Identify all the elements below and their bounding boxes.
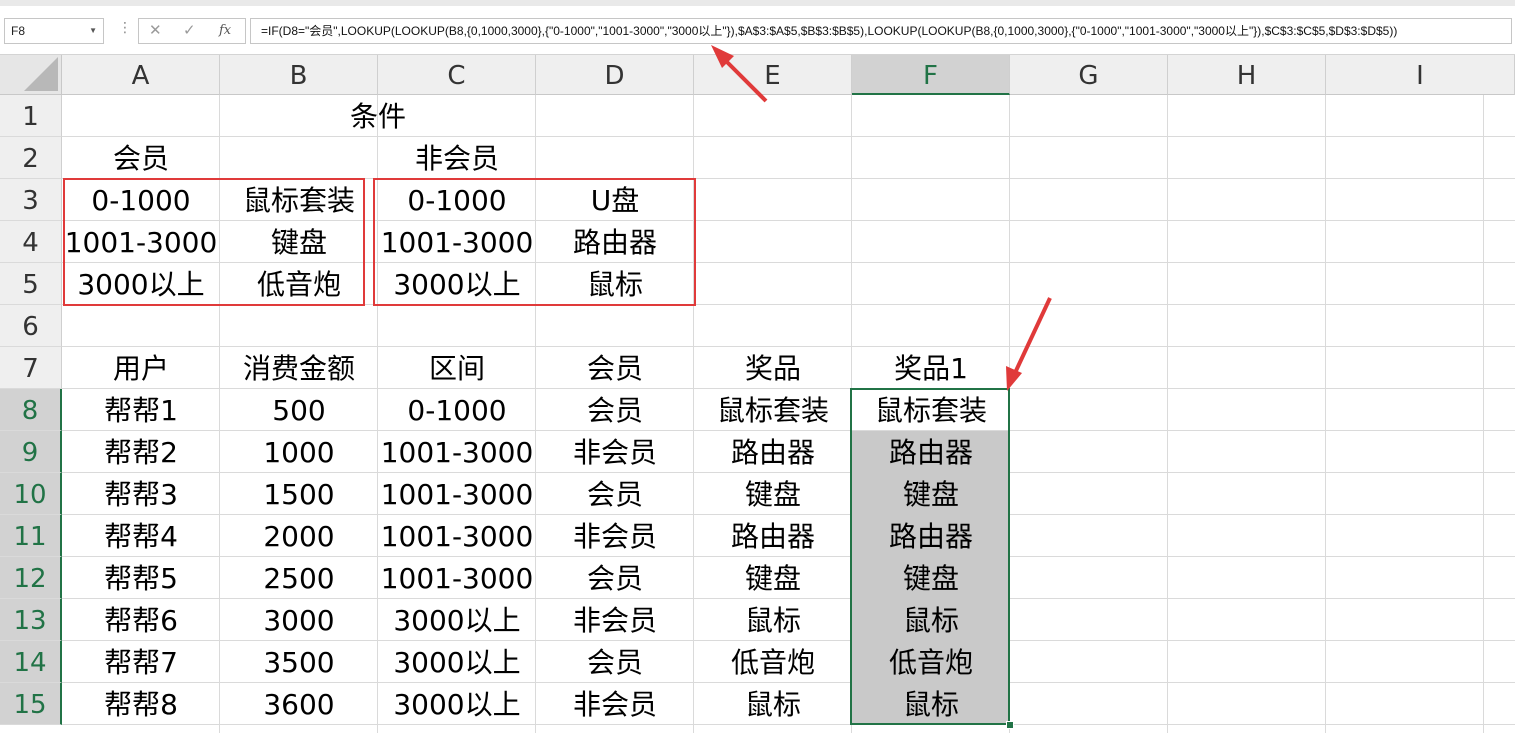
annotation-arrows — [711, 45, 1052, 391]
arrow-to-result-column — [1006, 297, 1052, 391]
arrow-to-formula — [711, 45, 768, 103]
